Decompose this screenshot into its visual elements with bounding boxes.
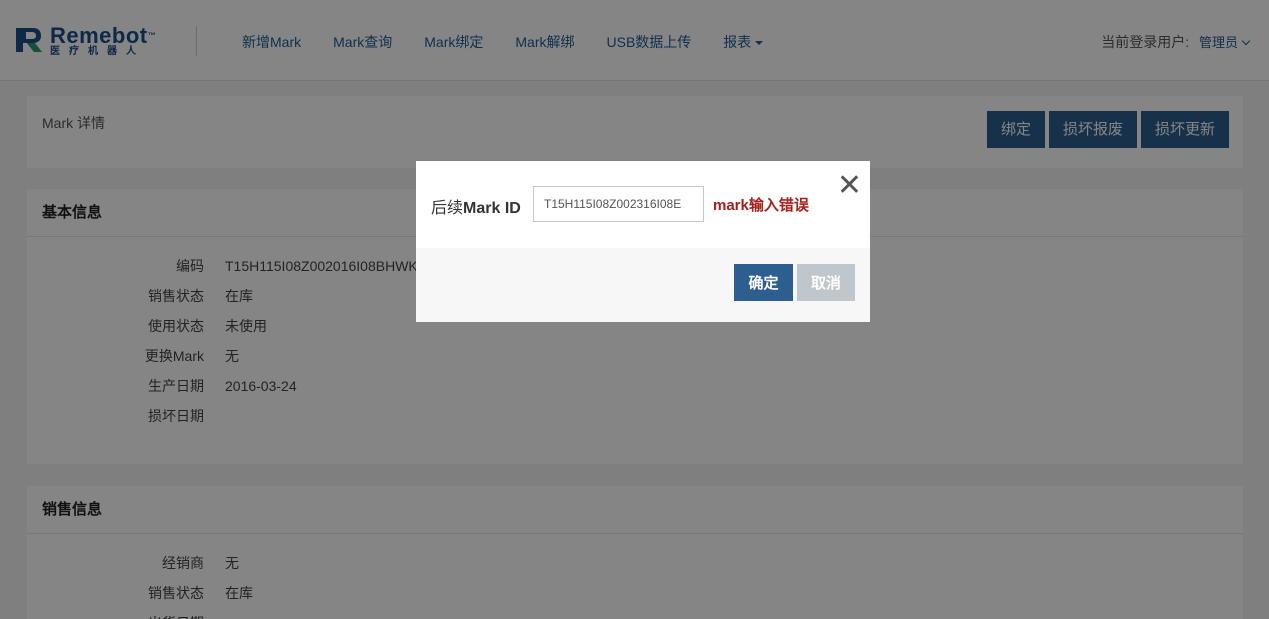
confirm-button[interactable]: 确定 — [734, 264, 793, 301]
next-mark-id-label: 后续Mark ID — [431, 194, 521, 218]
dialog-body: 后续Mark ID mark输入错误 ✕ — [416, 161, 870, 248]
label-prefix: 后续 — [431, 200, 464, 217]
error-message: mark输入错误 — [713, 197, 809, 214]
next-mark-dialog: 后续Mark ID mark输入错误 ✕ 确定 取消 — [416, 161, 870, 322]
label-bold: Mark ID — [463, 200, 521, 217]
dialog-footer: 确定 取消 — [416, 248, 870, 322]
cancel-button[interactable]: 取消 — [797, 264, 855, 301]
close-icon[interactable]: ✕ — [837, 171, 862, 201]
next-mark-id-input[interactable] — [533, 186, 704, 222]
